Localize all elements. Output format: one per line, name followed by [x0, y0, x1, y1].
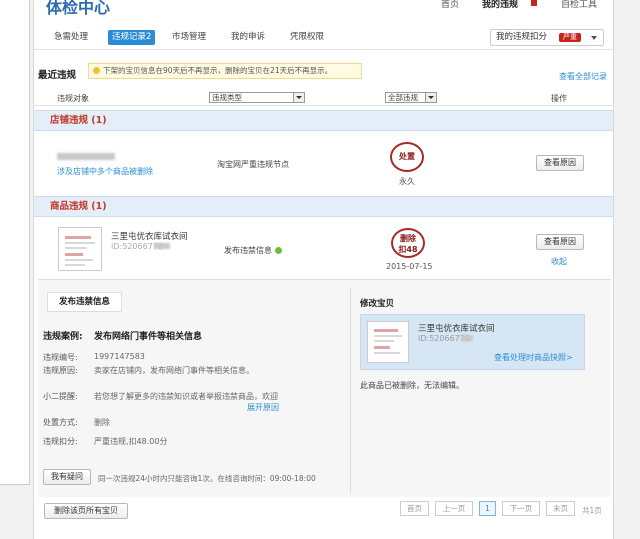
violation-panel: 体检中心 首页 我的违规 自检工具 急需处理 违规记录2 市场管理 我的申诉 凭… — [33, 0, 614, 539]
recent-violations-title: 最近违规 — [38, 70, 77, 81]
goods-view-reason-button[interactable]: 查看原因 — [536, 234, 584, 250]
delete-page-items-button[interactable]: 删除该页所有宝贝 — [44, 503, 128, 519]
page-first[interactable]: 首页 — [400, 501, 429, 516]
cannot-edit-note: 此商品已被删除，无法编辑。 — [360, 381, 464, 390]
violation-number: 1997147583 — [94, 352, 145, 361]
page-prev[interactable]: 上一页 — [435, 501, 473, 516]
my-deduction-label: 我的违规扣分 — [496, 32, 548, 42]
method-label: 处置方式: — [43, 418, 78, 427]
notice-banner: 下架的宝贝信息在90天后不再显示，删除的宝贝在21天后不再显示。 — [88, 63, 362, 79]
punishment-duration: 永久 — [399, 177, 415, 186]
tab-prohibited-info[interactable]: 发布违禁信息 — [47, 292, 122, 312]
case-label: 违规案例: — [43, 332, 83, 342]
severity-badge: 严重 — [559, 33, 581, 42]
deduction-stamp: 删除 扣48 — [391, 228, 425, 258]
page-current[interactable]: 1 — [479, 501, 496, 516]
nav-self-check[interactable]: 自检工具 — [561, 0, 597, 10]
stamp-delete: 删除 — [400, 234, 416, 243]
view-all-records-link[interactable]: 查看全部记录 — [559, 71, 607, 82]
lightbulb-icon — [93, 67, 100, 74]
chevron-down-icon — [425, 93, 436, 102]
tab-violation-records[interactable]: 违规记录2 — [108, 30, 156, 45]
nav-home[interactable]: 首页 — [441, 0, 459, 10]
modify-goods-title: 修改宝贝 — [360, 299, 395, 309]
deduct-label: 违规扣分: — [43, 437, 78, 446]
violation-reason: 卖家在店铺内，发布网络门事件等相关信息。 — [94, 366, 254, 375]
tab-urgent[interactable]: 急需处理 — [50, 30, 92, 45]
tip-text: 若您想了解更多的违禁知识或者举报违禁商品，欢迎 — [94, 392, 278, 401]
snapshot-link[interactable]: 查看处理时商品快照> — [494, 352, 573, 363]
tab-my-appeals[interactable]: 我的申诉 — [227, 30, 269, 45]
violation-status-select[interactable]: 全部违规 — [385, 92, 437, 103]
handling-method: 删除 — [94, 418, 110, 427]
column-object: 违规对象 — [57, 94, 89, 103]
deduct-points: 严重违规,扣48.00分 — [94, 437, 168, 446]
tab-bar: 急需处理 违规记录2 市场管理 我的申诉 凭限权限 我的违规扣分 严重 — [34, 25, 613, 50]
modify-goods-card: 三里屯优衣库试衣间 ID:52066775 查看处理时商品快照> — [360, 314, 585, 370]
punishment-stamp: 处置 — [390, 142, 424, 172]
nav-my-violations[interactable]: 我的违规 — [482, 0, 518, 10]
stamp-deduct: 扣48 — [398, 245, 418, 254]
goods-violation-reason: 发布违禁信息 — [224, 245, 282, 256]
violation-detail-panel: 发布违禁信息 违规案例: 发布网络门事件等相关信息 违规编号: 19971475… — [38, 279, 611, 497]
violation-type-select[interactable]: 违规类型 — [209, 92, 305, 103]
column-action: 操作 — [551, 94, 567, 103]
shop-name-redacted — [57, 153, 115, 160]
violation-status-value: 全部违规 — [388, 93, 418, 102]
info-icon — [275, 247, 282, 254]
modify-goods-id-redacted — [461, 335, 473, 341]
page-total: 共1页 — [582, 506, 602, 515]
column-header-row: 违规对象 违规类型 全部违规 操作 — [34, 90, 613, 106]
shop-items-deleted-link[interactable]: 涉及店铺中多个商品被删除 — [57, 166, 153, 177]
violation-date: 2015-07-15 — [386, 262, 433, 271]
my-deduction-dropdown[interactable]: 我的违规扣分 严重 — [490, 29, 604, 46]
expand-reason-link[interactable]: 展开原因 — [247, 402, 279, 413]
goods-reason-text: 发布违禁信息 — [224, 246, 272, 255]
chevron-down-icon — [591, 36, 597, 40]
goods-thumbnail — [58, 227, 102, 271]
modify-goods-thumbnail — [367, 321, 409, 363]
shop-violation-node: 淘宝网严重违规节点 — [217, 160, 289, 169]
chevron-down-icon — [293, 93, 304, 102]
goods-id-redacted — [154, 243, 170, 249]
tip-label: 小二提醒: — [43, 392, 78, 401]
notice-text: 下架的宝贝信息在90天后不再显示，删除的宝贝在21天后不再显示。 — [103, 66, 333, 75]
modify-goods-name: 三里屯优衣库试衣间 — [418, 324, 495, 334]
alert-icon — [531, 0, 537, 6]
question-button[interactable]: 我有疑问 — [43, 469, 91, 485]
background-window-strip — [0, 0, 30, 485]
panel-divider — [350, 288, 351, 493]
shop-view-reason-button[interactable]: 查看原因 — [536, 155, 584, 171]
tab-permissions[interactable]: 凭限权限 — [286, 30, 328, 45]
reason-label: 违规原因: — [43, 366, 78, 375]
question-note: 同一次违规24小时内只能咨询1次。在线咨询时间：09:00-18:00 — [98, 474, 316, 483]
page-title: 体检中心 — [46, 0, 111, 17]
page-last[interactable]: 末页 — [546, 501, 575, 516]
collapse-link[interactable]: 收起 — [551, 256, 567, 267]
goods-name: 三里屯优衣库试衣间 — [111, 232, 188, 242]
violation-type-value: 违规类型 — [212, 93, 242, 102]
number-label: 违规编号: — [43, 353, 78, 362]
shop-violation-header: 店铺违规 (1) — [34, 110, 613, 131]
tab-market-management[interactable]: 市场管理 — [168, 30, 210, 45]
goods-violation-header: 商品违规 (1) — [34, 196, 613, 217]
page-next[interactable]: 下一页 — [502, 501, 540, 516]
case-title: 发布网络门事件等相关信息 — [94, 332, 203, 342]
